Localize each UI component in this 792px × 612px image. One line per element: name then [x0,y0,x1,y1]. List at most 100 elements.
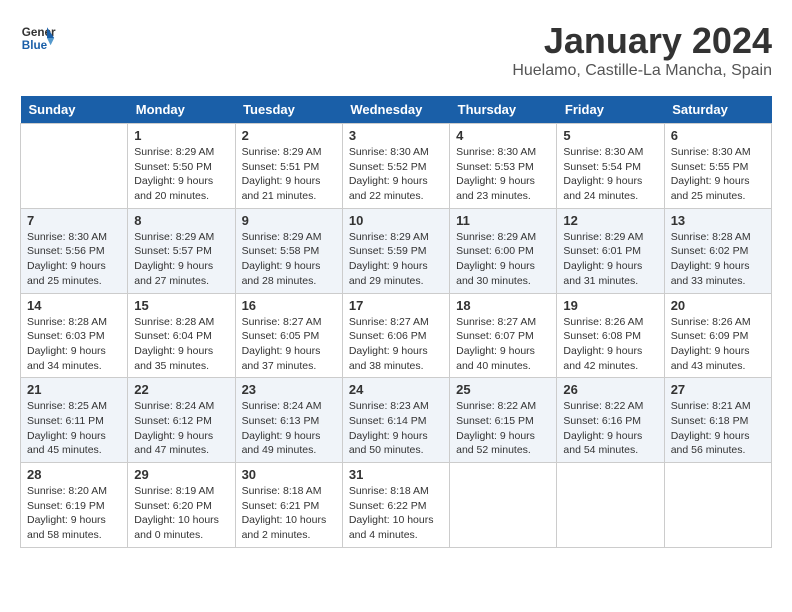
calendar-cell: 5Sunrise: 8:30 AMSunset: 5:54 PMDaylight… [557,124,664,209]
calendar-cell: 19Sunrise: 8:26 AMSunset: 6:08 PMDayligh… [557,293,664,378]
date-number: 2 [242,128,336,143]
calendar-cell: 28Sunrise: 8:20 AMSunset: 6:19 PMDayligh… [21,463,128,548]
cell-info: Sunrise: 8:28 AMSunset: 6:03 PMDaylight:… [27,315,121,374]
date-number: 16 [242,298,336,313]
cell-info: Sunrise: 8:18 AMSunset: 6:21 PMDaylight:… [242,484,336,543]
title-section: January 2024 Huelamo, Castille-La Mancha… [512,20,772,80]
cell-info: Sunrise: 8:29 AMSunset: 6:01 PMDaylight:… [563,230,657,289]
calendar-cell: 20 Sunrise: 8:26 AMSunset: 6:09 PMDayligh… [664,293,771,378]
calendar-cell: 6 Sunrise: 8:30 AMSunset: 5:55 PMDaylight… [664,124,771,209]
cell-info: Sunrise: 8:29 AMSunset: 6:00 PMDaylight:… [456,230,550,289]
date-number: 26 [563,382,657,397]
calendar-cell: 27Sunrise: 8:21 AMSunset: 6:18 PMDayligh… [664,378,771,463]
cell-info: Sunrise: 8:26 AMSunset: 6:08 PMDaylight:… [563,315,657,374]
calendar-cell: 9 Sunrise: 8:29 AMSunset: 5:58 PMDaylight… [235,208,342,293]
cell-info: Sunrise: 8:26 AMSunset: 6:09 PMDaylight:… [671,315,765,374]
cell-info: Sunrise: 8:27 AMSunset: 6:07 PMDaylight:… [456,315,550,374]
week-row-4: 21Sunrise: 8:25 AMSunset: 6:11 PMDayligh… [21,378,772,463]
date-number: 13 [671,213,765,228]
date-number: 31 [349,467,443,482]
calendar-cell: 4 Sunrise: 8:30 AMSunset: 5:53 PMDaylight… [450,124,557,209]
date-number: 5 [563,128,657,143]
cell-info: Sunrise: 8:18 AMSunset: 6:22 PMDaylight:… [349,484,443,543]
calendar-cell: 12 Sunrise: 8:29 AMSunset: 6:01 PMDayligh… [557,208,664,293]
day-header-row: SundayMondayTuesdayWednesdayThursdayFrid… [21,96,772,124]
date-number: 1 [134,128,228,143]
date-number: 10 [349,213,443,228]
calendar-cell: 29Sunrise: 8:19 AMSunset: 6:20 PMDayligh… [128,463,235,548]
cell-info: Sunrise: 8:29 AMSunset: 5:58 PMDaylight:… [242,230,336,289]
cell-info: Sunrise: 8:22 AMSunset: 6:15 PMDaylight:… [456,399,550,458]
calendar-cell: 8 Sunrise: 8:29 AMSunset: 5:57 PMDaylight… [128,208,235,293]
calendar-cell: 26 Sunrise: 8:22 AMSunset: 6:16 PMDayligh… [557,378,664,463]
date-number: 24 [349,382,443,397]
cell-info: Sunrise: 8:22 AMSunset: 6:16 PMDaylight:… [563,399,657,458]
calendar-cell: 23 Sunrise: 8:24 AMSunset: 6:13 PMDayligh… [235,378,342,463]
cell-info: Sunrise: 8:24 AMSunset: 6:13 PMDaylight:… [242,399,336,458]
week-row-3: 14 Sunrise: 8:28 AMSunset: 6:03 PMDayligh… [21,293,772,378]
date-number: 8 [134,213,228,228]
cell-info: Sunrise: 8:30 AMSunset: 5:53 PMDaylight:… [456,145,550,204]
date-number: 23 [242,382,336,397]
date-number: 15 [134,298,228,313]
date-number: 7 [27,213,121,228]
calendar-table: SundayMondayTuesdayWednesdayThursdayFrid… [20,96,772,548]
calendar-cell: 11 Sunrise: 8:29 AMSunset: 6:00 PMDayligh… [450,208,557,293]
calendar-cell: 1Sunrise: 8:29 AMSunset: 5:50 PMDaylight… [128,124,235,209]
date-number: 17 [349,298,443,313]
cell-info: Sunrise: 8:27 AMSunset: 6:05 PMDaylight:… [242,315,336,374]
date-number: 22 [134,382,228,397]
calendar-cell: 17 Sunrise: 8:27 AMSunset: 6:06 PMDayligh… [342,293,449,378]
calendar-cell: 2Sunrise: 8:29 AMSunset: 5:51 PMDaylight… [235,124,342,209]
date-number: 3 [349,128,443,143]
cell-info: Sunrise: 8:30 AMSunset: 5:56 PMDaylight:… [27,230,121,289]
calendar-cell: 14 Sunrise: 8:28 AMSunset: 6:03 PMDayligh… [21,293,128,378]
calendar-cell: 13 Sunrise: 8:28 AMSunset: 6:02 PMDayligh… [664,208,771,293]
date-number: 14 [27,298,121,313]
calendar-cell [664,463,771,548]
date-number: 12 [563,213,657,228]
calendar-cell: 25 Sunrise: 8:22 AMSunset: 6:15 PMDayligh… [450,378,557,463]
calendar-cell: 30 Sunrise: 8:18 AMSunset: 6:21 PMDayligh… [235,463,342,548]
calendar-cell: 31 Sunrise: 8:18 AMSunset: 6:22 PMDayligh… [342,463,449,548]
date-number: 20 [671,298,765,313]
calendar-cell: 24 Sunrise: 8:23 AMSunset: 6:14 PMDayligh… [342,378,449,463]
calendar-cell [450,463,557,548]
cell-info: Sunrise: 8:28 AMSunset: 6:04 PMDaylight:… [134,315,228,374]
calendar-cell: 16 Sunrise: 8:27 AMSunset: 6:05 PMDayligh… [235,293,342,378]
cell-info: Sunrise: 8:24 AMSunset: 6:12 PMDaylight:… [134,399,228,458]
calendar-cell [21,124,128,209]
day-header-friday: Friday [557,96,664,124]
day-header-tuesday: Tuesday [235,96,342,124]
day-header-thursday: Thursday [450,96,557,124]
date-number: 6 [671,128,765,143]
cell-info: Sunrise: 8:28 AMSunset: 6:02 PMDaylight:… [671,230,765,289]
cell-info: Sunrise: 8:27 AMSunset: 6:06 PMDaylight:… [349,315,443,374]
calendar-cell: 7 Sunrise: 8:30 AMSunset: 5:56 PMDaylight… [21,208,128,293]
logo: General Blue [20,20,56,56]
week-row-1: 1Sunrise: 8:29 AMSunset: 5:50 PMDaylight… [21,124,772,209]
day-header-saturday: Saturday [664,96,771,124]
calendar-cell [557,463,664,548]
date-number: 4 [456,128,550,143]
date-number: 9 [242,213,336,228]
location-title: Huelamo, Castille-La Mancha, Spain [512,62,772,80]
cell-info: Sunrise: 8:23 AMSunset: 6:14 PMDaylight:… [349,399,443,458]
date-number: 11 [456,213,550,228]
date-number: 27 [671,382,765,397]
date-number: 18 [456,298,550,313]
calendar-cell: 15 Sunrise: 8:28 AMSunset: 6:04 PMDayligh… [128,293,235,378]
calendar-cell: 21Sunrise: 8:25 AMSunset: 6:11 PMDayligh… [21,378,128,463]
calendar-cell: 18 Sunrise: 8:27 AMSunset: 6:07 PMDayligh… [450,293,557,378]
svg-text:Blue: Blue [22,39,48,52]
cell-info: Sunrise: 8:20 AMSunset: 6:19 PMDaylight:… [27,484,121,543]
cell-info: Sunrise: 8:30 AMSunset: 5:55 PMDaylight:… [671,145,765,204]
week-row-5: 28Sunrise: 8:20 AMSunset: 6:19 PMDayligh… [21,463,772,548]
calendar-cell: 22 Sunrise: 8:24 AMSunset: 6:12 PMDayligh… [128,378,235,463]
date-number: 25 [456,382,550,397]
calendar-cell: 3Sunrise: 8:30 AMSunset: 5:52 PMDaylight… [342,124,449,209]
cell-info: Sunrise: 8:29 AMSunset: 5:57 PMDaylight:… [134,230,228,289]
day-header-wednesday: Wednesday [342,96,449,124]
cell-info: Sunrise: 8:19 AMSunset: 6:20 PMDaylight:… [134,484,228,543]
date-number: 30 [242,467,336,482]
